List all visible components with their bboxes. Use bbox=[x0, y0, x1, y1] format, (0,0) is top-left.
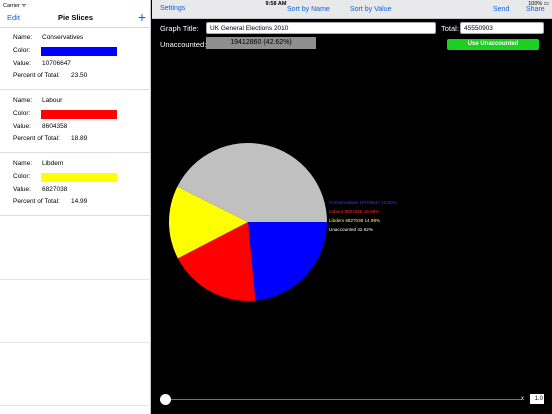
slice-name: Libdem bbox=[42, 160, 64, 167]
scale-slider-knob[interactable] bbox=[160, 394, 171, 405]
slices-pane: Edit Pie Slices + Name: Conservatives Col… bbox=[0, 0, 151, 414]
pie-slice-conservatives bbox=[248, 222, 327, 301]
name-label: Name: bbox=[13, 160, 33, 167]
color-swatch[interactable] bbox=[41, 47, 117, 56]
pane-title: Pie Slices bbox=[57, 13, 94, 22]
value-label: Value: bbox=[13, 186, 31, 193]
empty-row bbox=[0, 217, 151, 280]
scale-value-field[interactable]: 1.0 bbox=[530, 394, 544, 404]
add-slice-icon[interactable]: + bbox=[138, 9, 146, 25]
empty-row bbox=[0, 280, 151, 343]
legend-item-conservatives: Conservatives 10706647 23.50% bbox=[329, 200, 397, 205]
total-label: Total: bbox=[441, 24, 459, 33]
slice-percent: 14.99 bbox=[71, 198, 88, 205]
graph-title-label: Graph Title: bbox=[160, 24, 199, 33]
graph-title-field[interactable]: UK General Elections 2010 bbox=[206, 22, 436, 34]
scale-x-label: x bbox=[521, 396, 524, 402]
slice-cell[interactable]: Name: Labour Color: Value: 8604358 Percent… bbox=[0, 91, 151, 153]
percent-label: Percent of Total: bbox=[13, 135, 60, 142]
scale-slider-track[interactable] bbox=[166, 399, 522, 400]
color-label: Color: bbox=[13, 47, 31, 54]
pie-chart bbox=[169, 143, 327, 301]
percent-label: Percent of Total: bbox=[13, 72, 60, 79]
name-label: Name: bbox=[13, 34, 33, 41]
empty-row bbox=[0, 343, 151, 406]
total-field[interactable]: 45550903 bbox=[460, 22, 544, 34]
value-label: Value: bbox=[13, 60, 31, 67]
legend-item-libdem: Libdem 6827038 14.99% bbox=[329, 218, 381, 223]
percent-label: Percent of Total: bbox=[13, 198, 60, 205]
color-label: Color: bbox=[13, 173, 31, 180]
graph-pane: Settings Sort by Name Sort by Value Send… bbox=[152, 0, 552, 414]
slice-name: Labour bbox=[42, 97, 63, 104]
clock: 9:58 AM bbox=[265, 1, 287, 7]
legend-item-unaccounted: Unaccounted 42.62% bbox=[329, 227, 373, 232]
status-bar: Carrier ᯤ 9:58 AM 100% ▭ bbox=[0, 0, 552, 9]
use-unaccounted-button[interactable]: Use Unaccounted bbox=[447, 39, 539, 50]
slice-name: Conservatives bbox=[42, 34, 84, 41]
unaccounted-value: 19412860 (42.62%) bbox=[206, 37, 316, 49]
slice-value: 8604358 bbox=[42, 123, 68, 130]
slices-nav-bar: Edit Pie Slices + bbox=[0, 9, 151, 27]
color-swatch[interactable] bbox=[41, 173, 117, 182]
battery-indicator: 100% ▭ bbox=[528, 1, 549, 7]
slice-percent: 18.89 bbox=[71, 135, 88, 142]
slice-percent: 23.50 bbox=[71, 72, 88, 79]
color-swatch[interactable] bbox=[41, 110, 117, 119]
slice-cell[interactable]: Name: Conservatives Color: Value: 10706647… bbox=[0, 28, 151, 90]
unaccounted-label: Unaccounted: bbox=[160, 40, 207, 49]
slice-cell[interactable]: Name: Libdem Color: Value: 6827038 Percent… bbox=[0, 154, 151, 216]
slice-value: 10706647 bbox=[42, 60, 71, 67]
color-label: Color: bbox=[13, 110, 31, 117]
legend-item-labour: Labour 8604358 18.89% bbox=[329, 209, 380, 214]
slice-value: 6827038 bbox=[42, 186, 68, 193]
name-label: Name: bbox=[13, 97, 33, 104]
value-label: Value: bbox=[13, 123, 31, 130]
